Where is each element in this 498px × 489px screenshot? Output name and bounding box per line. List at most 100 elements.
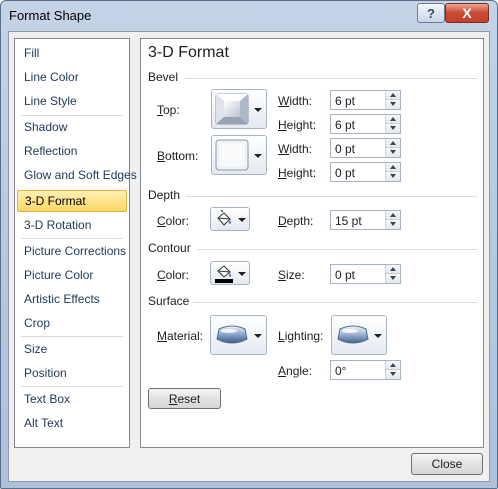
spin-up-button[interactable] — [386, 265, 400, 274]
sidebar-divider — [21, 386, 123, 387]
material-label: Material: — [157, 329, 204, 343]
lighting-icon — [337, 325, 369, 344]
chevron-down-icon — [390, 126, 396, 130]
spin-up-button[interactable] — [386, 211, 400, 220]
spin-up-button[interactable] — [386, 139, 400, 148]
contour-color-label: Color: — [157, 268, 190, 282]
spin-down-button[interactable] — [386, 172, 400, 181]
bevel-top-height-label: Height: — [278, 118, 317, 132]
sidebar-item-picture-corrections[interactable]: Picture Corrections — [17, 240, 127, 262]
bevel-divider — [185, 78, 477, 79]
bevel-bottom-height-input[interactable]: 0 pt — [330, 162, 401, 182]
bevel-top-dropdown[interactable] — [211, 89, 267, 129]
lighting-label: Lighting: — [278, 329, 324, 343]
chevron-down-icon — [238, 272, 246, 276]
title-bar[interactable]: Format Shape ? X — [1, 1, 497, 31]
sidebar-item-3d-format[interactable]: 3-D Format — [17, 190, 127, 212]
window-close-button[interactable]: X — [445, 3, 489, 23]
spin-up-button[interactable] — [386, 163, 400, 172]
sidebar-item-reflection[interactable]: Reflection — [17, 140, 127, 162]
chevron-down-icon — [254, 334, 262, 338]
spin-down-button[interactable] — [386, 220, 400, 229]
spin-up-button[interactable] — [386, 361, 400, 370]
contour-group-label: Contour — [148, 241, 191, 255]
chevron-up-icon — [390, 165, 396, 169]
spin-up-button[interactable] — [386, 115, 400, 124]
paint-bucket-icon — [215, 265, 233, 283]
dialog-client-area: Fill Line Color Line Style Shadow Reflec… — [8, 31, 490, 482]
sidebar-item-line-color[interactable]: Line Color — [17, 66, 127, 88]
chevron-up-icon — [390, 117, 396, 121]
chevron-down-icon — [390, 372, 396, 376]
spinner-buttons[interactable] — [385, 139, 400, 157]
sidebar-item-size[interactable]: Size — [17, 338, 127, 360]
depth-color-dropdown[interactable] — [210, 207, 250, 231]
spinner-buttons[interactable] — [385, 91, 400, 109]
spinner-buttons[interactable] — [385, 211, 400, 229]
window-title: Format Shape — [9, 8, 92, 23]
depth-input[interactable]: 15 pt — [330, 210, 401, 230]
bevel-top-height-input[interactable]: 6 pt — [330, 114, 401, 134]
format-shape-dialog: Format Shape ? X Fill Line Color Line St… — [0, 0, 498, 489]
angle-label: Angle: — [278, 364, 313, 378]
chevron-up-icon — [390, 213, 396, 217]
sidebar-item-alt-text[interactable]: Alt Text — [17, 412, 127, 434]
spinner-buttons[interactable] — [385, 265, 400, 283]
lighting-dropdown[interactable] — [331, 315, 387, 355]
chevron-down-icon — [390, 102, 396, 106]
bevel-bottom-width-label: Width: — [278, 142, 313, 156]
chevron-down-icon — [254, 154, 262, 158]
sidebar-item-position[interactable]: Position — [17, 362, 127, 384]
spinner-buttons[interactable] — [385, 163, 400, 181]
bevel-bottom-width-input[interactable]: 0 pt — [330, 138, 401, 158]
depth-color-label: Color: — [157, 214, 190, 228]
chevron-down-icon — [238, 218, 246, 222]
sidebar-item-crop[interactable]: Crop — [17, 312, 127, 334]
contour-size-input[interactable]: 0 pt — [330, 264, 401, 284]
reset-button[interactable]: Reset — [148, 388, 221, 409]
sidebar-item-fill[interactable]: Fill — [17, 42, 127, 64]
spinner-buttons[interactable] — [385, 361, 400, 379]
sidebar-item-glow-soft-edges[interactable]: Glow and Soft Edges — [17, 164, 137, 186]
sidebar-divider — [21, 336, 123, 337]
chevron-down-icon — [390, 222, 396, 226]
sidebar-item-3d-rotation[interactable]: 3-D Rotation — [17, 214, 127, 236]
sidebar-item-picture-color[interactable]: Picture Color — [17, 264, 127, 286]
depth-label: Depth: — [278, 214, 314, 228]
bevel-bottom-icon — [215, 139, 249, 171]
spin-down-button[interactable] — [386, 124, 400, 133]
chevron-down-icon — [390, 150, 396, 154]
help-button[interactable]: ? — [417, 3, 445, 23]
contour-color-dropdown[interactable] — [210, 261, 250, 285]
spin-down-button[interactable] — [386, 274, 400, 283]
sidebar-item-text-box[interactable]: Text Box — [17, 388, 127, 410]
bevel-top-icon — [215, 93, 249, 125]
spinner-buttons[interactable] — [385, 115, 400, 133]
contour-size-label: Size: — [278, 268, 305, 282]
chevron-down-icon — [390, 276, 396, 280]
chevron-down-icon — [374, 334, 382, 338]
material-dropdown[interactable] — [210, 315, 267, 355]
paint-bucket-icon — [217, 210, 231, 226]
spin-up-button[interactable] — [386, 91, 400, 100]
bevel-bottom-dropdown[interactable] — [211, 135, 267, 175]
spin-down-button[interactable] — [386, 100, 400, 109]
bevel-top-width-input[interactable]: 6 pt — [330, 90, 401, 110]
surface-group-label: Surface — [148, 294, 190, 308]
help-icon: ? — [427, 5, 435, 21]
category-list: Fill Line Color Line Style Shadow Reflec… — [14, 38, 137, 448]
panel-title: 3-D Format — [148, 44, 229, 61]
angle-input[interactable]: 0° — [330, 360, 401, 380]
spin-down-button[interactable] — [386, 148, 400, 157]
sidebar-item-line-style[interactable]: Line Style — [17, 90, 127, 112]
sidebar-item-artistic-effects[interactable]: Artistic Effects — [17, 288, 127, 310]
sidebar-divider — [21, 238, 123, 239]
close-button[interactable]: Close — [411, 453, 483, 475]
close-icon: X — [462, 5, 472, 21]
contour-divider — [197, 249, 477, 250]
spin-down-button[interactable] — [386, 370, 400, 379]
bevel-bottom-height-label: Height: — [278, 166, 317, 180]
chevron-up-icon — [390, 141, 396, 145]
chevron-down-icon — [254, 108, 262, 112]
sidebar-item-shadow[interactable]: Shadow — [17, 116, 127, 138]
